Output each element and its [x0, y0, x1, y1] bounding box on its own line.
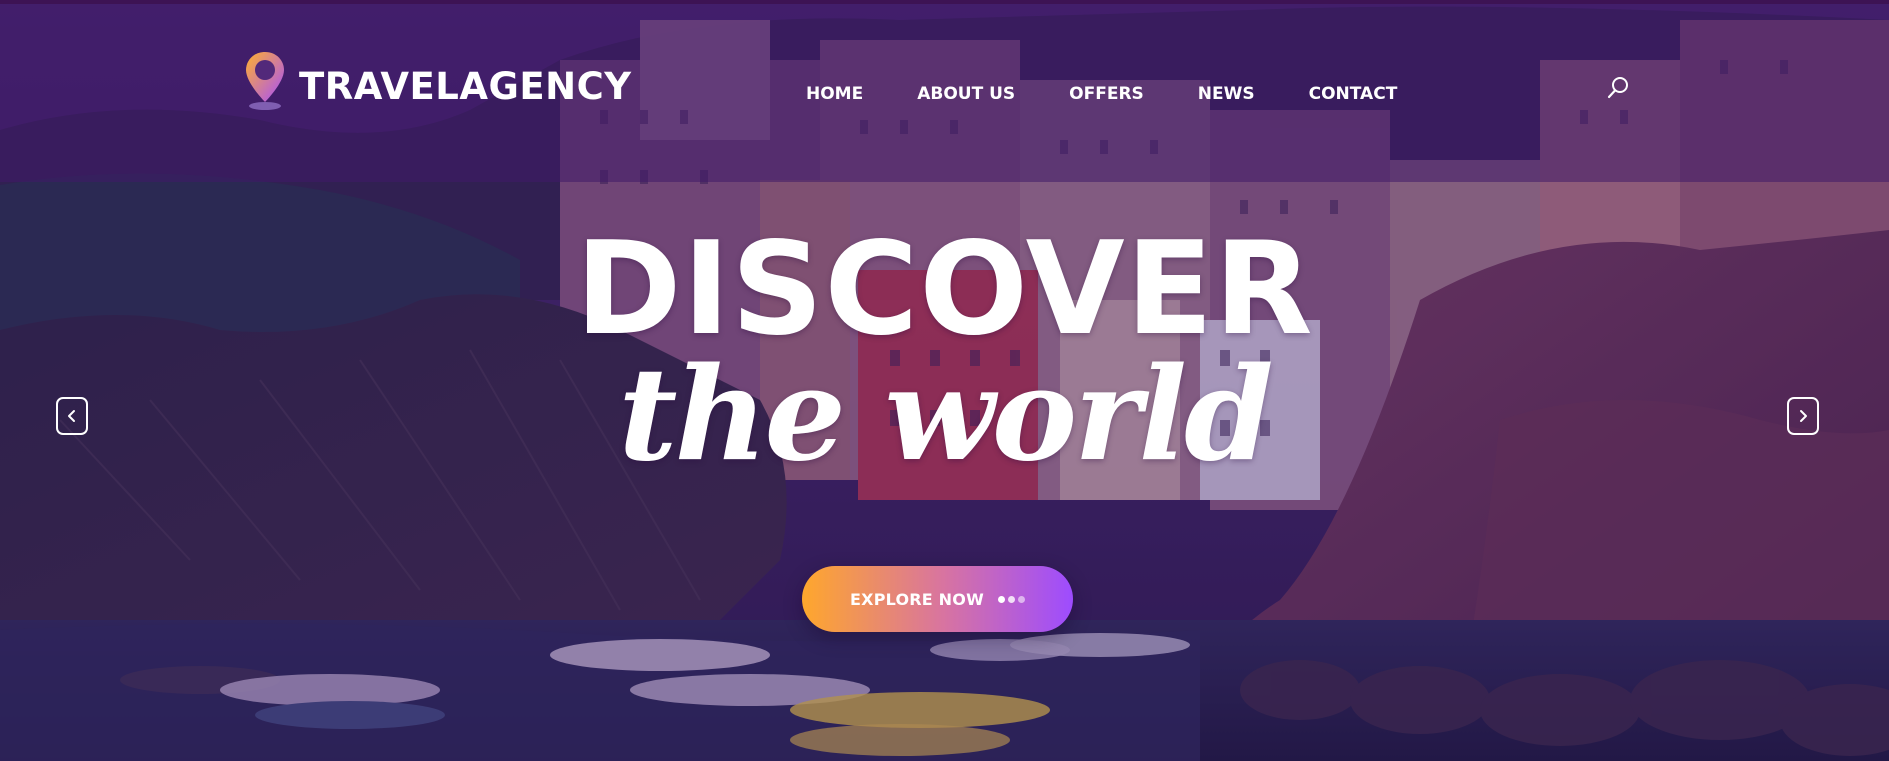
nav-item-home[interactable]: HOME: [806, 84, 863, 104]
brand-logo[interactable]: TRAVELAGENCY: [243, 50, 632, 112]
hero-subheadline: the world: [618, 340, 1273, 490]
map-pin-icon: [246, 52, 284, 110]
brand-name: TRAVELAGENCY: [299, 64, 632, 108]
explore-now-button[interactable]: EXPLORE NOW: [802, 566, 1073, 632]
nav-item-about-us[interactable]: ABOUT US: [917, 84, 1015, 104]
nav-item-offers[interactable]: OFFERS: [1069, 84, 1144, 104]
dots-icon: [997, 595, 1025, 603]
nav-item-news[interactable]: NEWS: [1198, 84, 1255, 104]
main-nav: HOME ABOUT US OFFERS NEWS CONTACT: [806, 84, 1397, 104]
search-icon: [1607, 77, 1628, 99]
search-button[interactable]: [1607, 75, 1631, 99]
nav-item-contact[interactable]: CONTACT: [1309, 84, 1398, 104]
hero-headline: DISCOVER: [575, 215, 1314, 364]
explore-now-label: EXPLORE NOW: [850, 589, 984, 609]
